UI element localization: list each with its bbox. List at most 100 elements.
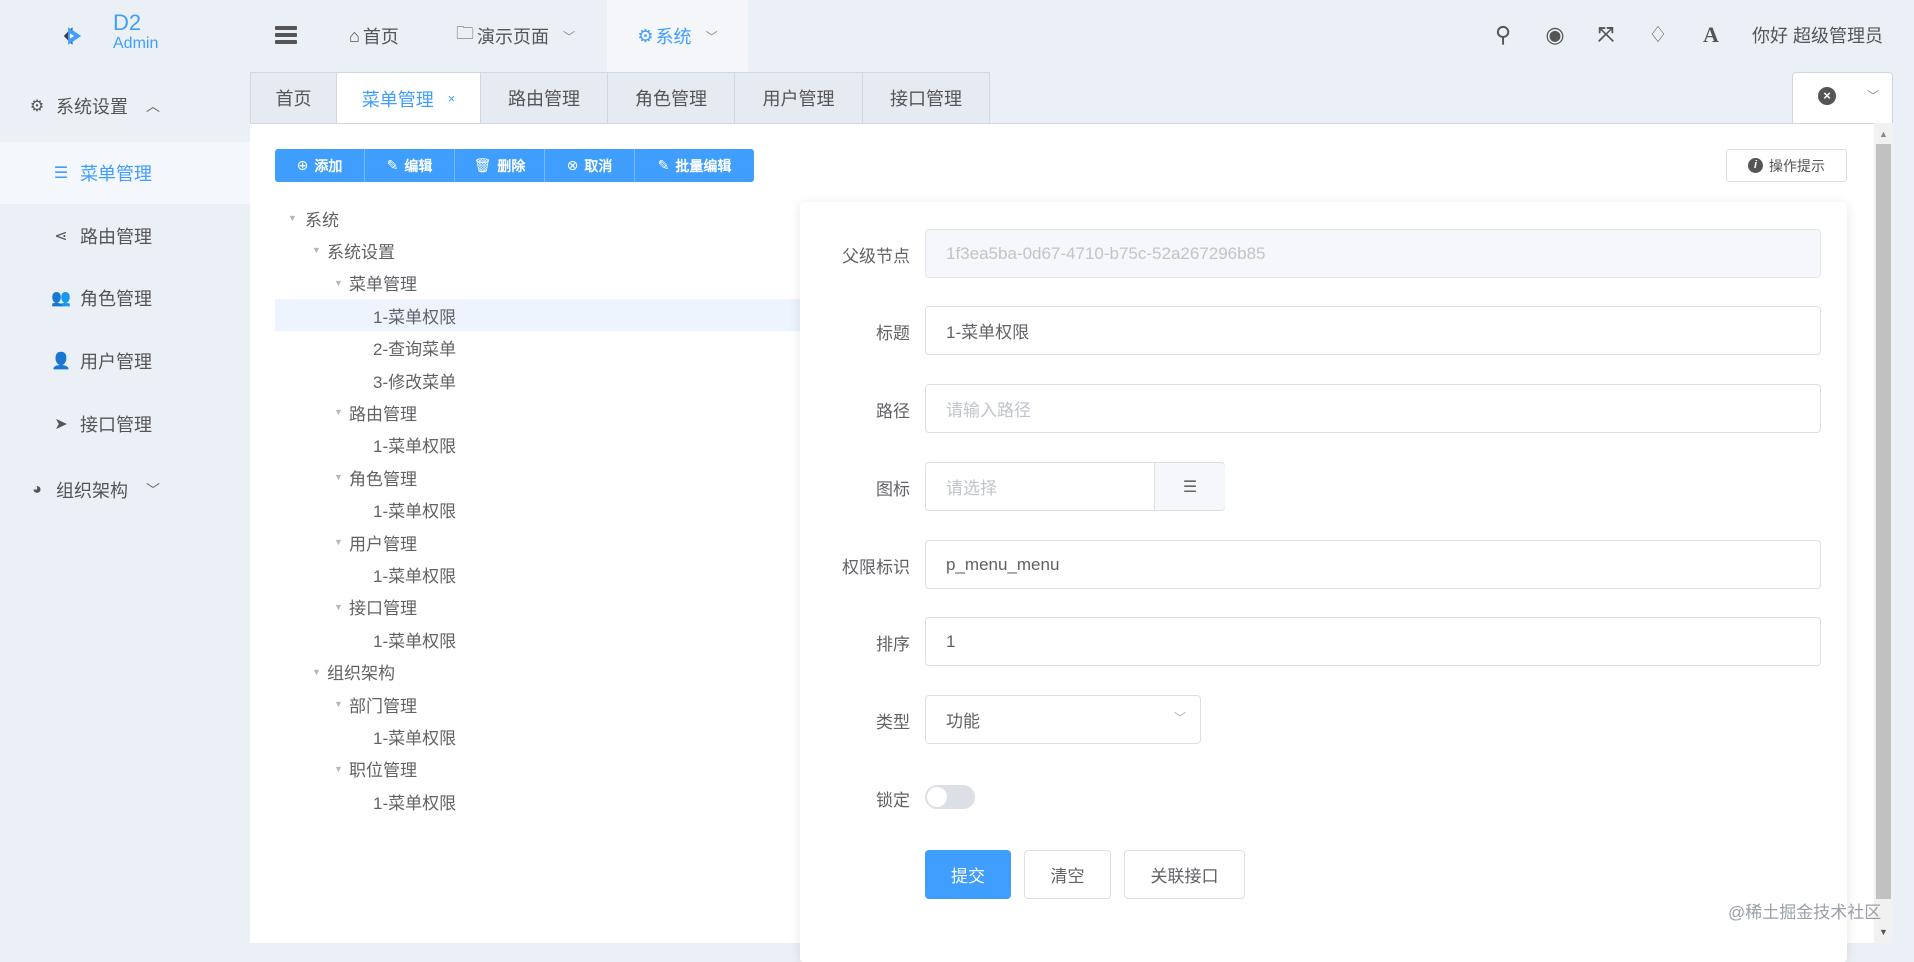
title-label: 标题 (876, 319, 910, 344)
tree-node-label: 角色管理 (349, 465, 417, 490)
title-input[interactable]: 1-菜单权限 (925, 306, 1821, 355)
add-button[interactable]: ⊕添加 (275, 149, 365, 182)
menu-toggle-icon[interactable] (275, 26, 297, 44)
chevron-down-icon[interactable]: ﹀ (1867, 87, 1879, 104)
submit-button[interactable]: 提交 (925, 850, 1011, 899)
search-icon[interactable]: ⚲ (1490, 22, 1516, 48)
sidebar-item-user[interactable]: 👤用户管理 (0, 330, 250, 392)
sidebar-item-api[interactable]: ➤接口管理 (0, 393, 250, 455)
caret-down-icon[interactable]: ▼ (288, 213, 297, 223)
diamond-icon[interactable]: ♢ (1645, 22, 1671, 48)
tree-node[interactable]: ▼接口管理 (275, 591, 800, 623)
caret-down-icon[interactable]: ▼ (334, 407, 343, 417)
tab-control[interactable]: × ﹀ (1792, 72, 1893, 123)
caret-down-icon[interactable]: ▼ (334, 278, 343, 288)
plus-circle-icon: ⊕ (297, 157, 309, 174)
tree-node-label: 用户管理 (349, 530, 417, 555)
sidebar-item-role[interactable]: 👥角色管理 (0, 267, 250, 329)
clear-button[interactable]: 清空 (1024, 850, 1111, 899)
tab-role[interactable]: 角色管理 (607, 72, 735, 123)
tree-node-label: 1-菜单权限 (373, 497, 456, 522)
watermark: @稀土掘金技术社区 (1728, 898, 1881, 923)
sidebar-item-route[interactable]: ⋖路由管理 (0, 205, 250, 267)
caret-down-icon[interactable]: ▼ (312, 245, 321, 255)
close-all-icon[interactable]: × (1818, 87, 1836, 105)
scroll-down-icon[interactable]: ▼ (1879, 927, 1888, 937)
link-api-button[interactable]: 关联接口 (1124, 850, 1245, 899)
tree-node-label: 菜单管理 (349, 270, 417, 295)
sidebar-item-menu[interactable]: ☰菜单管理 (0, 142, 250, 204)
tree-node[interactable]: 1-菜单权限 (275, 558, 800, 590)
sidebar-group-system-settings[interactable]: ⚙系统设置︿ (0, 75, 250, 137)
caret-down-icon[interactable]: ▼ (334, 764, 343, 774)
tree-node-label: 组织架构 (327, 659, 395, 684)
tree-node[interactable]: 2-查询菜单 (275, 332, 800, 364)
sort-label: 排序 (876, 630, 910, 655)
list-icon: ☰ (50, 163, 72, 183)
lock-switch[interactable] (925, 785, 975, 809)
tab-api[interactable]: 接口管理 (862, 72, 990, 123)
caret-down-icon[interactable]: ▼ (312, 667, 321, 677)
fullscreen-icon[interactable]: ⤧ (1593, 22, 1619, 48)
caret-down-icon[interactable]: ▼ (334, 537, 343, 547)
tree-node[interactable]: 1-菜单权限 (275, 429, 800, 461)
sort-input[interactable]: 1 (925, 617, 1821, 666)
tree-node[interactable]: ▼ 角色管理 (275, 461, 800, 493)
tree-node[interactable]: ▼职位管理 (275, 753, 800, 785)
permission-input[interactable]: p_menu_menu (925, 540, 1821, 589)
hint-button[interactable]: i操作提示 (1726, 149, 1847, 182)
scroll-up-icon[interactable]: ▲ (1879, 129, 1888, 139)
tree-node[interactable]: ▼ 组织架构 (275, 656, 800, 688)
user-greeting[interactable]: 你好 超级管理员 (1752, 22, 1883, 48)
nav-home[interactable]: ⌂首页 (349, 0, 399, 72)
batch-edit-button[interactable]: ✎批量编辑 (635, 149, 754, 182)
tree-node[interactable]: 1-菜单权限 (275, 785, 800, 817)
path-input[interactable]: 请输入路径 (925, 384, 1821, 433)
font-size-icon[interactable]: A (1698, 22, 1724, 48)
parent-node-field: 1f3ea5ba-0d67-4710-b75c-52a267296b85 (925, 229, 1821, 278)
tab-user[interactable]: 用户管理 (734, 72, 863, 123)
sidebar-group-label: 组织架构 (56, 477, 128, 503)
caret-down-icon[interactable]: ▼ (334, 699, 343, 709)
tab-menu[interactable]: 菜单管理× (336, 72, 481, 124)
target-icon[interactable]: ◉ (1542, 22, 1568, 48)
tree-node[interactable]: ▼系统 (275, 202, 800, 234)
tree-node[interactable]: 1-菜单权限 (275, 623, 800, 655)
sidebar-item-label: 接口管理 (80, 411, 152, 437)
caret-down-icon[interactable]: ▼ (334, 472, 343, 482)
pencil-icon: ✎ (387, 157, 399, 174)
user-icon: 👤 (50, 351, 72, 371)
caret-down-icon[interactable]: ▼ (334, 602, 343, 612)
cogs-icon: ⚙ (26, 96, 48, 116)
cancel-button[interactable]: ⊗取消 (545, 149, 635, 182)
sidebar-item-label: 角色管理 (80, 285, 152, 311)
tree-node[interactable]: 1-菜单权限 (275, 720, 800, 752)
list-icon[interactable]: ☰ (1154, 463, 1225, 510)
tree-node[interactable]: 1-菜单权限 (275, 494, 800, 526)
close-circle-icon: ⊗ (567, 157, 579, 174)
toolbar: ⊕添加 ✎编辑 🗑删除 ⊗取消 ✎批量编辑 (275, 149, 754, 182)
icon-input[interactable]: 请选择 ☰ (925, 462, 1225, 511)
scrollbar-thumb[interactable] (1876, 144, 1891, 899)
close-icon[interactable]: × (448, 91, 456, 106)
tree-node[interactable]: ▼系统设置 (275, 234, 800, 266)
tree-node[interactable]: ▼路由管理 (275, 396, 800, 428)
sidebar-group-organization[interactable]: ◕组织架构﹀ (0, 459, 250, 521)
tree-node[interactable]: ▼部门管理 (275, 688, 800, 720)
tree-node[interactable]: 1-菜单权限 (275, 299, 800, 331)
chevron-down-icon: ﹀ (563, 28, 575, 45)
type-select[interactable]: 功能﹀ (925, 695, 1201, 744)
tree-node[interactable]: ▼ 用户管理 (275, 526, 800, 558)
tab-route[interactable]: 路由管理 (480, 72, 608, 123)
d2-logo-icon (62, 12, 110, 60)
nav-demo-pages[interactable]: 🗀演示页面﹀ (456, 0, 575, 72)
tree-node-label: 1-菜单权限 (373, 724, 456, 749)
cogs-icon: ⚙ (637, 26, 653, 47)
path-label: 路径 (876, 397, 910, 422)
tree-node[interactable]: ▼ 菜单管理 (275, 267, 800, 299)
tab-home[interactable]: 首页 (250, 72, 337, 123)
tree-node[interactable]: 3-修改菜单 (275, 364, 800, 396)
edit-button[interactable]: ✎编辑 (365, 149, 455, 182)
delete-button[interactable]: 🗑删除 (455, 149, 545, 182)
nav-system[interactable]: ⚙系统﹀ (607, 0, 748, 72)
